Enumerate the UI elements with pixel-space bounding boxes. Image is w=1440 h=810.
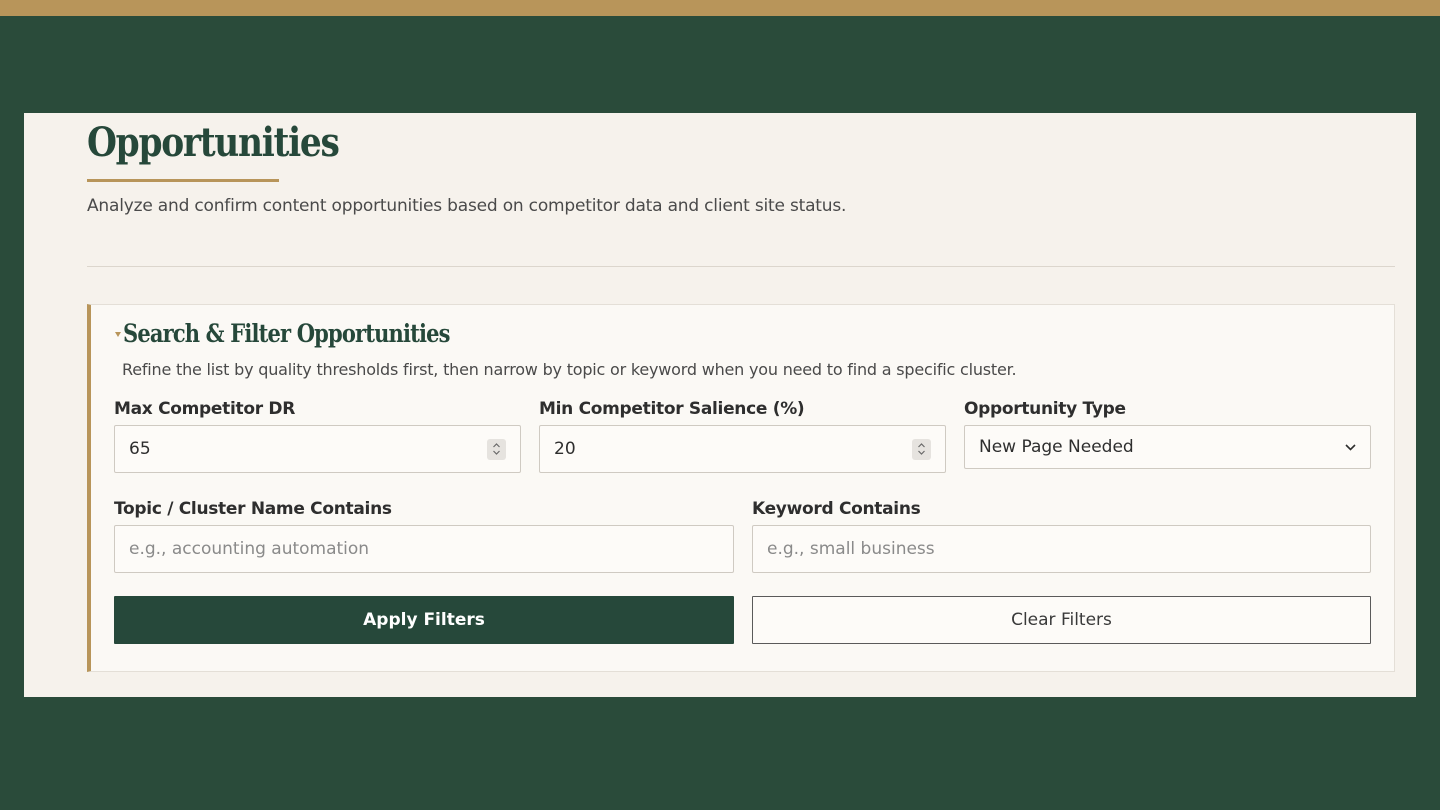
topic-placeholder: e.g., accounting automation (129, 539, 370, 559)
filter-card-title: Search & Filter Opportunities (123, 319, 450, 348)
opportunity-type-value: New Page Needed (979, 437, 1134, 457)
page-title: Opportunities (87, 119, 340, 166)
page-subtitle: Analyze and confirm content opportunitie… (87, 196, 847, 216)
apply-filters-button[interactable]: Apply Filters (114, 596, 734, 644)
top-accent-bar (0, 0, 1440, 16)
spinner-icon[interactable] (487, 438, 506, 460)
min-salience-input[interactable]: 20 (539, 425, 946, 473)
topic-label: Topic / Cluster Name Contains (114, 499, 392, 519)
max-dr-value: 65 (129, 439, 151, 459)
filter-card: Search & Filter Opportunities Refine the… (87, 304, 1395, 672)
clear-filters-button[interactable]: Clear Filters (752, 596, 1371, 644)
keyword-label: Keyword Contains (752, 499, 921, 519)
title-underline (87, 179, 279, 182)
filter-card-description: Refine the list by quality thresholds fi… (122, 360, 1017, 379)
max-dr-label: Max Competitor DR (114, 399, 296, 419)
filter-card-header[interactable]: Search & Filter Opportunities (115, 319, 512, 348)
min-salience-value: 20 (554, 439, 576, 459)
opportunity-type-label: Opportunity Type (964, 399, 1126, 419)
max-dr-input[interactable]: 65 (114, 425, 521, 473)
keyword-input[interactable]: e.g., small business (752, 525, 1371, 573)
chevron-down-icon (1344, 441, 1356, 453)
section-divider (87, 266, 1395, 267)
topic-input[interactable]: e.g., accounting automation (114, 525, 734, 573)
spinner-icon[interactable] (912, 438, 931, 460)
caret-down-icon[interactable] (115, 332, 121, 337)
keyword-placeholder: e.g., small business (767, 539, 935, 559)
opportunities-panel: Opportunities Analyze and confirm conten… (24, 113, 1416, 697)
opportunity-type-select[interactable]: New Page Needed (964, 425, 1371, 469)
min-salience-label: Min Competitor Salience (%) (539, 399, 805, 419)
